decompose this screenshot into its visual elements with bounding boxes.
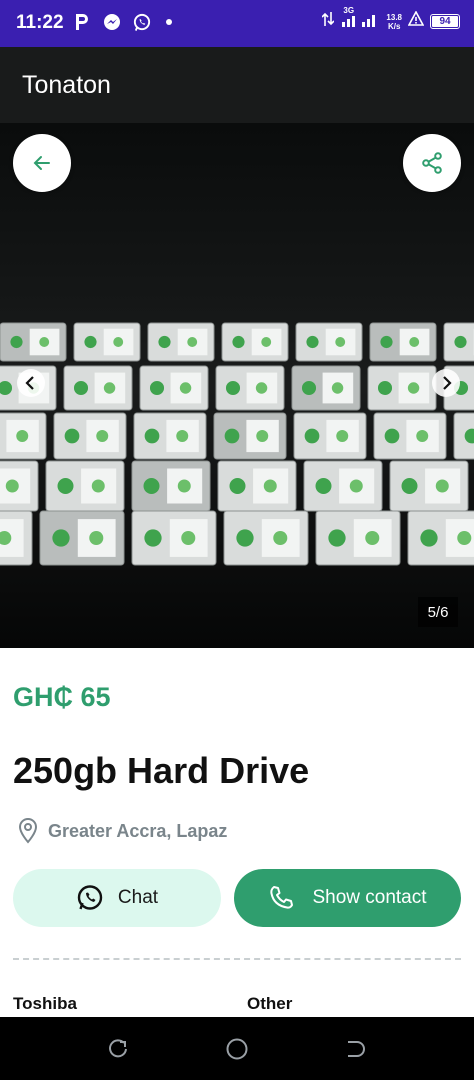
- network-type: 3G: [343, 6, 355, 15]
- home-button[interactable]: [225, 1037, 249, 1061]
- app-title: Tonaton: [22, 71, 111, 99]
- listing-location: Greater Accra, Lapaz: [18, 818, 227, 844]
- chevron-left-icon: [25, 376, 34, 390]
- listing-photo-gallery[interactable]: 5/6: [0, 123, 474, 648]
- location-pin-icon: [18, 818, 38, 844]
- listing-photo: [0, 123, 474, 648]
- photo-counter: 5/6: [418, 597, 458, 627]
- back-arrow-icon: [33, 156, 50, 170]
- previous-photo-button[interactable]: [17, 369, 45, 397]
- alarm-icon: [407, 10, 425, 32]
- share-icon: [422, 152, 442, 174]
- whatsapp-chat-icon: [77, 885, 103, 910]
- speed-indicator: 13.8 K/s: [386, 13, 402, 31]
- next-photo-button[interactable]: [432, 369, 460, 397]
- location-text: Greater Accra, Lapaz: [48, 820, 228, 841]
- speed-unit: K/s: [387, 21, 401, 31]
- battery-level: 94: [432, 16, 458, 27]
- whatsapp-icon: [132, 11, 152, 33]
- chat-button[interactable]: Chat: [13, 869, 221, 927]
- listing-price: GH₵ 65: [13, 682, 111, 712]
- show-contact-button[interactable]: Show contact: [234, 869, 461, 927]
- home-circle-icon: [226, 1038, 248, 1060]
- share-button[interactable]: [403, 134, 461, 192]
- status-system-icons: 3G 13.8 K/s 94: [321, 6, 460, 33]
- attribute-brand: Toshiba: [13, 994, 77, 1013]
- data-arrows-icon: [321, 11, 335, 32]
- battery-icon: 94: [430, 14, 460, 29]
- listing-title: 250gb Hard Drive: [13, 750, 310, 791]
- system-navigation-bar: [0, 1017, 474, 1080]
- phone-icon: [270, 886, 294, 909]
- notification-dot-icon: [166, 19, 172, 25]
- back-nav-icon: [348, 1041, 365, 1057]
- signal-icon: 3G: [340, 6, 380, 33]
- back-button[interactable]: [13, 134, 71, 192]
- app-bar: Tonaton: [0, 47, 474, 123]
- status-bar: 11:22 3G 13.8 K/s 94: [0, 0, 474, 47]
- messenger-icon: [102, 11, 122, 33]
- parking-p-icon: [72, 11, 92, 33]
- recent-apps-button[interactable]: [106, 1037, 130, 1061]
- chevron-right-icon: [443, 376, 452, 390]
- section-divider: [13, 958, 461, 960]
- speed-value: 13.8: [386, 12, 402, 22]
- chat-label: Chat: [117, 887, 159, 908]
- status-time: 11:22: [16, 12, 64, 33]
- back-nav-button[interactable]: [343, 1037, 367, 1061]
- status-notification-icons: [72, 11, 172, 33]
- show-contact-label: Show contact: [312, 887, 427, 908]
- recent-apps-icon: [109, 1039, 127, 1058]
- attribute-type: Other: [247, 994, 293, 1013]
